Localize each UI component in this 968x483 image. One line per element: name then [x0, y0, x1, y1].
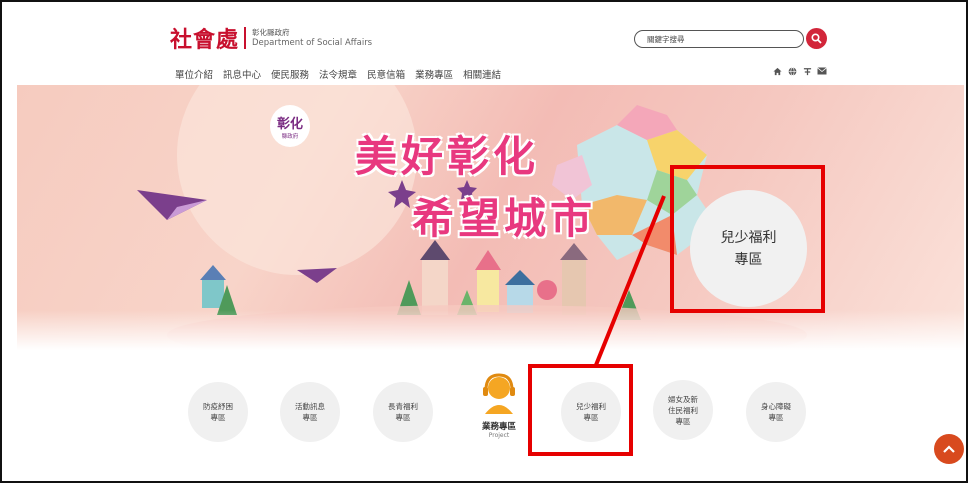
- project-title: 業務專區: [481, 422, 516, 432]
- category-label: 專區: [395, 413, 411, 422]
- project-subtitle: Project: [488, 432, 510, 439]
- headset-person-icon: [483, 373, 515, 414]
- category-label: 專區: [302, 413, 318, 422]
- logo-subtitle: 彰化縣政府 Department of Social Affairs: [252, 27, 372, 49]
- fontsize-icon[interactable]: [802, 66, 812, 76]
- search-placeholder: 關鍵字搜尋: [647, 34, 685, 44]
- category-women-new-residents[interactable]: 婦女及新 住民福利 專區: [653, 380, 713, 440]
- chevron-up-icon: [943, 445, 955, 453]
- nav-item-services[interactable]: 便民服務: [271, 67, 309, 81]
- nav-icon-group: [772, 66, 827, 76]
- banner-title-line1: 美好彰化: [355, 132, 540, 181]
- back-to-top-button[interactable]: [934, 434, 964, 464]
- category-label: 婦女及新: [668, 394, 698, 404]
- search-button[interactable]: [806, 28, 827, 49]
- search-icon: [811, 33, 822, 44]
- category-label: 專區: [210, 413, 226, 422]
- banner-title-line2: 希望城市: [412, 194, 597, 243]
- logo-en-text: Department of Social Affairs: [252, 38, 373, 48]
- category-senior-welfare[interactable]: 長青福利 專區: [373, 382, 433, 442]
- nav-item-business[interactable]: 業務專區: [415, 67, 453, 81]
- category-label: 身心障礙: [761, 402, 791, 411]
- category-activity-news[interactable]: 活動訊息 專區: [280, 382, 340, 442]
- county-logo-subtext: 縣政府: [281, 133, 299, 140]
- nav-item-regulations[interactable]: 法令規章: [319, 67, 357, 81]
- banner-fade: [17, 310, 964, 350]
- callout-highlight-box: [670, 165, 825, 313]
- nav-item-about[interactable]: 單位介紹: [175, 67, 213, 81]
- search-input[interactable]: 關鍵字搜尋: [634, 30, 804, 48]
- county-logo-text: 彰化: [276, 116, 303, 132]
- category-label: 活動訊息: [295, 402, 325, 411]
- site-logo[interactable]: 社會處 彰化縣政府 Department of Social Affairs: [170, 22, 372, 54]
- globe-icon[interactable]: [787, 66, 797, 76]
- category-label: 防疫紓困: [203, 402, 233, 411]
- category-label: 長青福利: [388, 402, 418, 411]
- category-disability[interactable]: 身心障礙 專區: [746, 382, 806, 442]
- nav-item-mailbox[interactable]: 民意信箱: [367, 67, 405, 81]
- logo-divider: [244, 27, 247, 49]
- category-label: 專區: [675, 416, 691, 426]
- county-logo: 彰化 縣政府: [270, 105, 310, 147]
- nav-item-news[interactable]: 訊息中心: [223, 67, 261, 81]
- logo-main-text: 社會處: [170, 27, 240, 53]
- category-epidemic-relief[interactable]: 防疫紓困 專區: [188, 382, 248, 442]
- child-welfare-highlight-box: [528, 364, 633, 456]
- category-label: 住民福利: [668, 405, 698, 415]
- logo-gov-text: 彰化縣政府: [252, 28, 290, 37]
- home-icon[interactable]: [772, 66, 782, 76]
- nav-item-links[interactable]: 相關連結: [463, 67, 501, 81]
- main-nav: 單位介紹 訊息中心 便民服務 法令規章 民意信箱 業務專區 相關連結: [175, 67, 501, 81]
- category-label: 專區: [768, 413, 784, 422]
- project-section-header: 業務專區 Project: [473, 372, 525, 439]
- mail-icon[interactable]: [817, 66, 827, 76]
